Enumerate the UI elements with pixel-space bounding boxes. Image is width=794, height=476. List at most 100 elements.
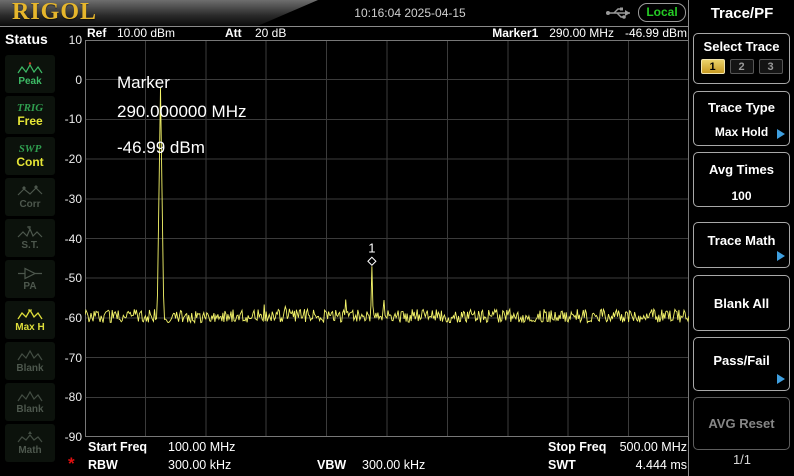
marker-overlay-freq: 290.000000 MHz	[117, 102, 247, 121]
start-freq-label: Start Freq	[88, 440, 148, 454]
y-tick-label: -90	[64, 430, 82, 444]
plot-header: Ref 10.00 dBm Att 20 dB Marker1 290.00 M…	[85, 27, 689, 40]
y-tick-label: -80	[64, 390, 82, 405]
y-tick-label: 10	[68, 33, 82, 47]
avg-times-value: 100	[731, 189, 752, 203]
plot-area: 1 Marker 290.000000 MHz -46.99 dBm	[84, 40, 690, 437]
trace-3-button[interactable]: 3	[758, 59, 783, 74]
blank-all-label: Blank All	[713, 296, 770, 311]
swt-value: 4.444 ms	[635, 458, 687, 472]
avg-reset-button: AVG Reset	[693, 397, 790, 450]
bottom-row-freq: Start Freq 100.00 MHz Stop Freq 500.00 M…	[85, 438, 689, 456]
rbw-value: 300.00 kHz	[168, 458, 232, 472]
marker-overlay-title: Marker	[117, 73, 170, 92]
avg-times-label: Avg Times	[708, 162, 775, 177]
avg-reset-label: AVG Reset	[708, 416, 775, 431]
menu-page-indicator: 1/1	[732, 452, 752, 467]
blank-all-button[interactable]: Blank All	[693, 275, 790, 331]
uncal-flag-icon: *	[68, 454, 75, 473]
trig-tag: TRIG	[16, 101, 44, 114]
corr-icon	[17, 184, 43, 195]
softkey-panel: Trace/PF Select Trace 1 2 3 Trace Type M…	[690, 0, 794, 476]
select-trace-button[interactable]: Select Trace 1 2 3	[693, 33, 790, 84]
rbw-label: RBW	[88, 458, 118, 472]
marker-overlay: Marker 290.000000 MHz -46.99 dBm	[117, 68, 246, 162]
peak-waveform-icon	[17, 61, 43, 73]
st-icon	[17, 225, 43, 237]
vbw-label: VBW	[317, 458, 347, 472]
swt-label: SWT	[548, 458, 576, 472]
y-tick-label: 0	[75, 72, 82, 87]
att-value: 20 dB	[255, 26, 287, 40]
status-tile-st: S.T.	[5, 219, 55, 257]
ref-label: Ref	[87, 26, 107, 40]
start-freq-value: 100.00 MHz	[168, 440, 236, 454]
marker-readout: Marker1 290.00 MHz -46.99 dBm	[492, 27, 687, 40]
y-tick-label: -60	[64, 310, 82, 325]
math-trace-icon	[17, 430, 43, 442]
avg-times-button[interactable]: Avg Times 100	[693, 152, 790, 207]
marker-readout-ampl: -46.99 dBm	[624, 26, 687, 40]
submenu-arrow-icon	[777, 129, 785, 139]
trace-2-button[interactable]: 2	[729, 59, 754, 74]
status-tile-sweep: SWP Cont	[5, 137, 55, 175]
status-label-math: Math	[18, 444, 42, 456]
blank-trace-icon	[17, 390, 43, 401]
trace-math-label: Trace Math	[707, 233, 776, 248]
marker-readout-freq: 290.00 MHz	[549, 26, 614, 40]
y-tick-label: -40	[64, 231, 82, 246]
sweep-mode-label: Cont	[16, 154, 44, 169]
bottom-row-bw: RBW 300.00 kHz VBW 300.00 kHz SWT 4.444 …	[85, 456, 689, 474]
y-tick-label: -30	[64, 191, 82, 206]
status-tile-maxhold: Max H	[5, 301, 55, 339]
vbw-value: 300.00 kHz	[362, 458, 426, 472]
ref-value: 10.00 dBm	[117, 26, 176, 40]
trace-type-label: Trace Type	[708, 100, 775, 115]
status-tile-math: Math	[5, 424, 55, 462]
marker-number-label: 1	[368, 240, 375, 255]
trace-1-button[interactable]: 1	[700, 59, 725, 74]
status-tile-corr: Corr	[5, 178, 55, 216]
timestamp: 10:16:04 2025-04-15	[354, 6, 466, 20]
rigol-logo: RIGOL	[12, 0, 98, 25]
y-tick-label: -70	[64, 350, 82, 365]
status-label-peak: Peak	[18, 75, 42, 87]
submenu-arrow-icon	[777, 374, 785, 384]
status-label-corr: Corr	[19, 198, 41, 210]
trig-mode-label: Free	[17, 113, 43, 128]
status-tile-pa: PA	[5, 260, 55, 298]
stop-freq-value: 500.00 MHz	[619, 440, 687, 454]
trace-type-button[interactable]: Trace Type Max Hold	[693, 91, 790, 146]
panel-title: Trace/PF	[710, 5, 774, 22]
swp-tag: SWP	[18, 142, 42, 155]
y-tick-label: -20	[64, 152, 82, 167]
status-tile-peak: Peak	[5, 55, 55, 93]
status-tile-trigger: TRIG Free	[5, 96, 55, 134]
pass-fail-button[interactable]: Pass/Fail	[693, 337, 790, 391]
blank-trace-icon	[17, 349, 43, 360]
select-trace-label: Select Trace	[703, 39, 780, 54]
status-label-blank-1: Blank	[16, 362, 44, 374]
marker-diamond-icon	[367, 256, 377, 266]
trace-math-button[interactable]: Trace Math	[693, 222, 790, 268]
spectrum-analyzer-screen: RIGOL 10:16:04 2025-04-15 Local Status P…	[0, 0, 794, 476]
submenu-arrow-icon	[777, 251, 785, 261]
y-tick-label: -10	[64, 112, 82, 127]
marker-readout-label: Marker1	[492, 26, 539, 40]
status-tile-blank-1: Blank	[5, 342, 55, 380]
preamp-icon	[18, 267, 42, 279]
marker-overlay-ampl: -46.99 dBm	[117, 138, 205, 157]
status-label-pa: PA	[23, 280, 37, 292]
max-hold-icon	[17, 308, 43, 319]
status-tile-list: Peak TRIG Free SWP Cont Corr S.T. PA Max…	[5, 55, 55, 462]
stop-freq-label: Stop Freq	[548, 440, 607, 454]
usb-icon	[606, 6, 633, 25]
trace-type-value: Max Hold	[714, 125, 769, 139]
local-button[interactable]: Local	[638, 3, 686, 22]
trace-selector-group: 1 2 3	[694, 59, 789, 74]
pass-fail-label: Pass/Fail	[713, 353, 770, 368]
y-tick-label: -50	[64, 271, 82, 286]
status-label-blank-2: Blank	[16, 403, 44, 415]
status-label-st: S.T.	[21, 239, 39, 251]
status-title: Status	[5, 31, 48, 47]
